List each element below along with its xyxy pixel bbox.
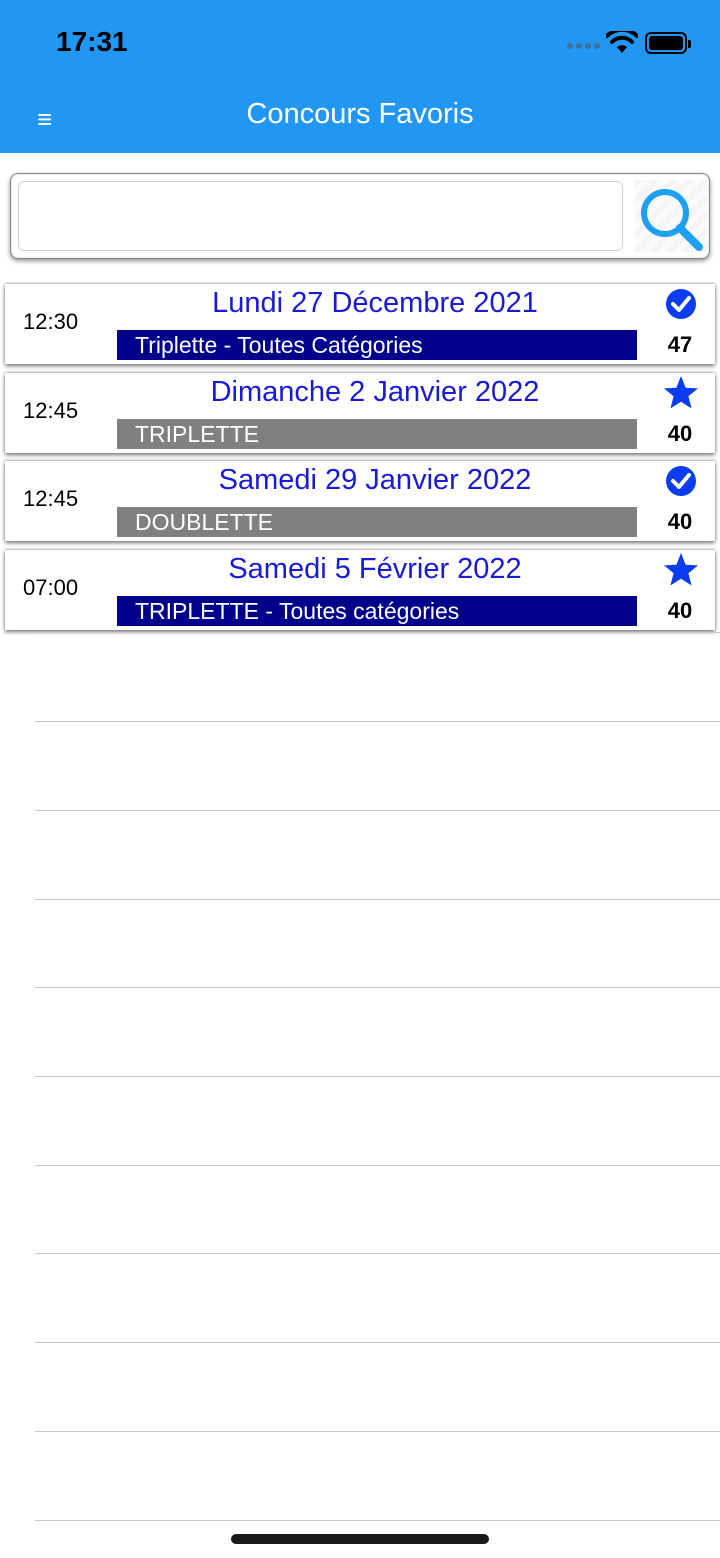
- card-category: DOUBLETTE: [117, 507, 637, 537]
- status-time: 17:31: [56, 26, 128, 57]
- page-title: Concours Favoris: [246, 98, 474, 130]
- favorite-card[interactable]: 12:45 Dimanche 2 Janvier 2022 TRIPLETTE 40: [5, 373, 715, 453]
- row-separator: [35, 1076, 720, 1077]
- card-count: 40: [667, 598, 693, 623]
- row-separator: [35, 810, 720, 811]
- wifi-icon: [606, 31, 638, 53]
- app-header: 17:31 ≡ Concours Favoris: [0, 0, 720, 153]
- row-separator: [35, 1342, 720, 1343]
- card-time: 07:00: [23, 575, 79, 600]
- card-date: Dimanche 2 Janvier 2022: [210, 376, 540, 408]
- row-separator: [35, 1253, 720, 1254]
- search-button[interactable]: [635, 180, 707, 252]
- card-time: 12:45: [23, 486, 79, 511]
- card-category: TRIPLETTE - Toutes catégories: [117, 596, 637, 626]
- search-input[interactable]: [18, 181, 623, 251]
- favorite-card[interactable]: 12:30 Lundi 27 Décembre 2021 Triplette - T…: [5, 284, 715, 364]
- card-date: Samedi 29 Janvier 2022: [218, 464, 532, 496]
- row-separator: [35, 1165, 720, 1166]
- card-count: 47: [667, 332, 693, 357]
- star-icon[interactable]: [663, 375, 699, 411]
- check-circle-icon[interactable]: [663, 286, 699, 322]
- card-date: Lundi 27 Décembre 2021: [212, 287, 538, 319]
- search-icon: [641, 189, 703, 251]
- card-time: 12:30: [23, 309, 79, 334]
- row-separator: [35, 987, 720, 988]
- favorite-card[interactable]: 12:45 Samedi 29 Janvier 2022 DOUBLETTE 40: [5, 461, 715, 541]
- card-time: 12:45: [23, 398, 79, 423]
- row-separator: [35, 1520, 720, 1521]
- card-count: 40: [667, 421, 693, 446]
- card-date: Samedi 5 Février 2022: [228, 553, 522, 585]
- row-separator: [35, 721, 720, 722]
- home-indicator: [231, 1534, 489, 1544]
- check-circle-icon[interactable]: [663, 463, 699, 499]
- row-separator: [35, 1431, 720, 1432]
- battery-icon: [645, 32, 691, 54]
- row-separator: [35, 632, 720, 633]
- card-category: TRIPLETTE: [117, 419, 637, 449]
- star-icon[interactable]: [663, 552, 699, 588]
- search-bar: [10, 173, 710, 259]
- cellular-signal-icon: [567, 43, 601, 51]
- card-category: Triplette - Toutes Catégories: [117, 330, 637, 360]
- row-separator: [35, 899, 720, 900]
- favorite-card[interactable]: 07:00 Samedi 5 Février 2022 TRIPLETTE - To…: [5, 550, 715, 630]
- card-count: 40: [667, 509, 693, 534]
